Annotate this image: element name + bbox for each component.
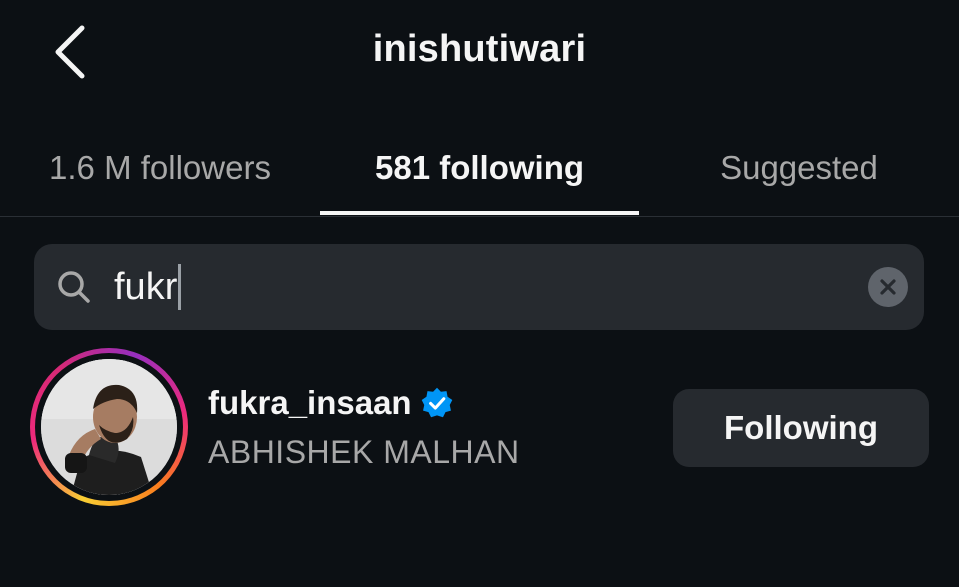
search-input[interactable]: fukr [114,264,182,310]
following-button[interactable]: Following [673,389,929,467]
tab-bar: 1.6 M followers 581 following Suggested [0,120,959,217]
username-row: fukra_insaan [208,384,454,422]
list-item[interactable]: fukra_insaan ABHISHEK MALHAN Following [0,346,959,511]
text-cursor [178,264,182,310]
header: inishutiwari [0,0,959,110]
search-input-value: fukr [114,265,178,308]
active-tab-indicator [320,211,639,215]
tab-following[interactable]: 581 following [320,120,639,216]
tab-suggested[interactable]: Suggested [639,120,959,216]
search-bar[interactable]: fukr [34,244,924,330]
page-title: inishutiwari [372,28,587,70]
verified-badge-icon [421,387,452,418]
clear-icon [880,279,896,295]
story-ring[interactable] [30,348,188,506]
username: fukra_insaan [208,384,412,421]
clear-search-button[interactable] [868,267,908,307]
search-icon [58,271,90,303]
full-name: ABHISHEK MALHAN [208,434,520,470]
avatar [41,359,177,495]
tab-followers[interactable]: 1.6 M followers [0,120,320,216]
